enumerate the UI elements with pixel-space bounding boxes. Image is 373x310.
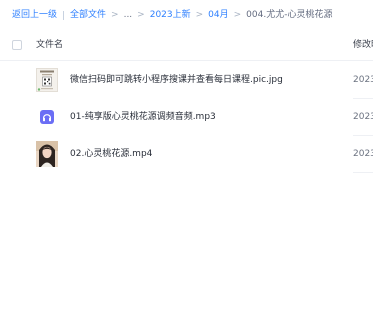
column-header-name[interactable]: 文件名 [36, 39, 63, 51]
file-name[interactable]: 微信扫码即可跳转小程序搜课并查看每日课程.pic.jpg [70, 74, 283, 86]
chevron-right-icon: > [111, 10, 119, 20]
table-row[interactable]: 微信扫码即可跳转小程序搜课并查看每日课程.pic.jpg 2023 [0, 62, 373, 98]
column-header-modified[interactable]: 修改时 [353, 39, 373, 51]
file-browser: 返回上一级 全部文件 > ... > 2023上新 > 04月 > 004.尤尤… [0, 0, 373, 310]
back-link[interactable]: 返回上一级 [12, 8, 57, 22]
table-row[interactable]: 02.心灵桃花源.mp4 2023 [0, 136, 373, 172]
table-row[interactable]: 01-纯享版心灵桃花源调频音频.mp3 2023 [0, 99, 373, 135]
file-modified-date: 2023 [353, 149, 373, 159]
file-name[interactable]: 01-纯享版心灵桃花源调频音频.mp3 [70, 111, 216, 123]
breadcrumb-current: 004.尤尤-心灵桃花源 [246, 10, 333, 20]
breadcrumb-folder-2023[interactable]: 2023上新 [150, 8, 191, 22]
chevron-right-icon: > [137, 10, 145, 20]
file-modified-date: 2023 [353, 112, 373, 122]
chevron-right-icon: > [233, 10, 242, 20]
row-divider [353, 172, 373, 173]
image-thumbnail-icon [36, 68, 58, 92]
breadcrumb-all-files[interactable]: 全部文件 [70, 8, 106, 22]
select-all-checkbox[interactable] [12, 40, 22, 50]
breadcrumb-folder-month[interactable]: 04月 [208, 8, 228, 22]
chevron-right-icon: > [195, 10, 204, 20]
file-modified-date: 2023 [353, 75, 373, 85]
breadcrumb-divider [63, 10, 65, 20]
breadcrumb-ellipsis[interactable]: ... [124, 8, 133, 22]
breadcrumb: 返回上一级 全部文件 > ... > 2023上新 > 04月 > 004.尤尤… [12, 8, 332, 22]
video-thumbnail-icon [36, 141, 58, 167]
file-name[interactable]: 02.心灵桃花源.mp4 [70, 148, 152, 160]
table-header: 文件名 修改时 [0, 30, 373, 61]
audio-file-icon [36, 105, 58, 129]
